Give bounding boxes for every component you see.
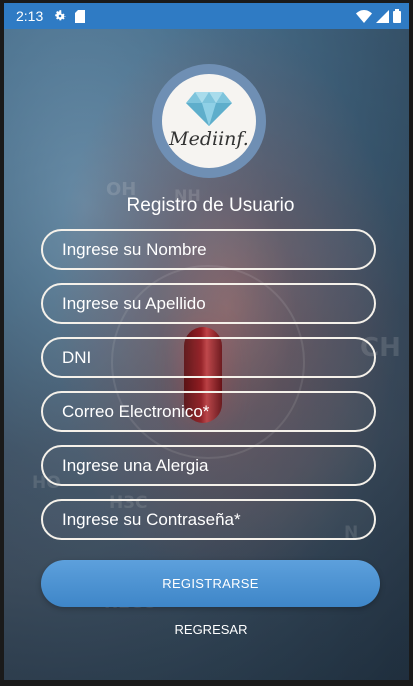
app-logo: Mediinf.	[152, 64, 266, 178]
nombre-field[interactable]	[43, 231, 374, 268]
status-time: 2:13	[16, 8, 44, 24]
diamond-icon	[186, 92, 232, 126]
apellido-field[interactable]	[43, 285, 374, 322]
phone-screen: OH NH CH H3C H2CO HO N 2:13	[4, 3, 409, 680]
page-title: Registro de Usuario	[126, 195, 295, 216]
apellido-field-wrapper	[41, 283, 376, 324]
email-field[interactable]	[43, 393, 374, 430]
signal-icon	[376, 9, 389, 23]
sd-card-icon	[75, 9, 86, 23]
dni-field[interactable]	[43, 339, 374, 376]
battery-icon	[393, 9, 401, 23]
password-field-wrapper	[41, 499, 376, 540]
wifi-icon	[356, 9, 372, 23]
gear-icon	[55, 10, 66, 21]
alergia-field-wrapper	[41, 445, 376, 486]
register-button[interactable]: REGISTRARSE	[41, 560, 380, 607]
logo-badge: Mediinf.	[162, 74, 256, 168]
password-field[interactable]	[43, 501, 374, 538]
logo-text: Mediinf.	[169, 128, 249, 150]
nombre-field-wrapper	[41, 229, 376, 270]
status-icons	[356, 9, 401, 23]
alergia-field[interactable]	[43, 447, 374, 484]
email-field-wrapper	[41, 391, 376, 432]
back-button[interactable]: REGRESAR	[150, 615, 272, 643]
status-bar: 2:13	[4, 3, 409, 29]
dni-field-wrapper	[41, 337, 376, 378]
